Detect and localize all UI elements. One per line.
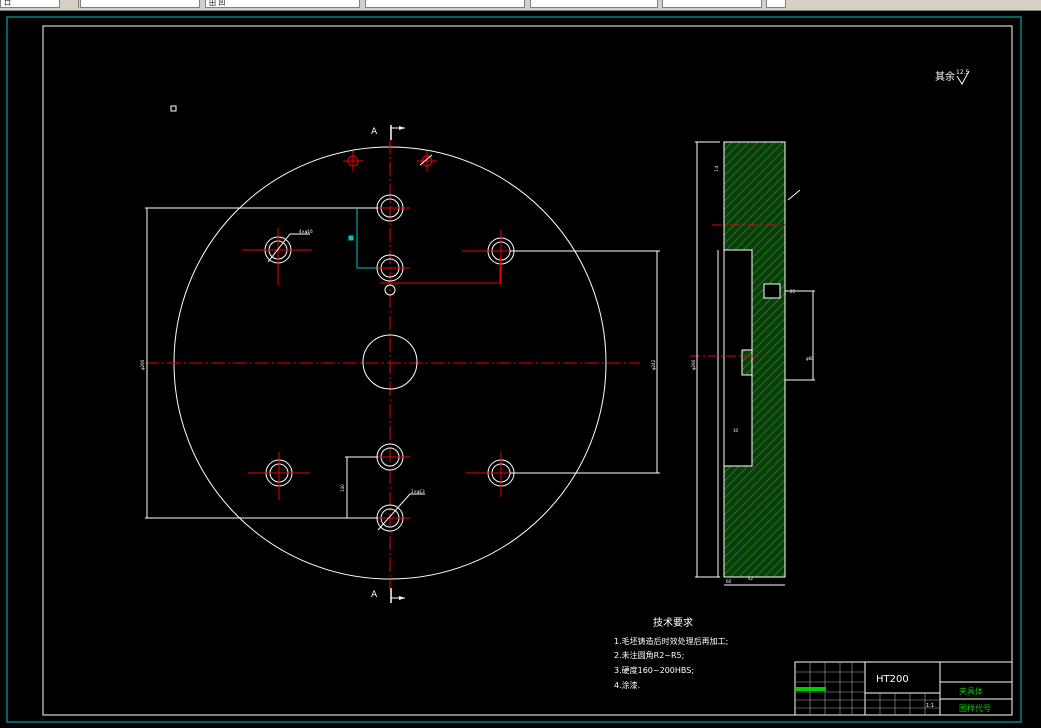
inner-frame	[42, 25, 1013, 716]
toolbar-field-7[interactable]	[766, 0, 786, 8]
toolbar-field-6[interactable]	[662, 0, 762, 8]
layer-icon[interactable]	[68, 0, 79, 8]
section-label-top: A	[371, 127, 378, 137]
cad-toolbar: 口 田 凹	[0, 0, 1041, 11]
outer-frame	[6, 16, 1022, 723]
small-marker	[170, 105, 177, 112]
dim-side-width: 42	[748, 576, 754, 581]
cyan-leader	[348, 208, 378, 269]
tech-item-3: 3.硬度160~200HBS;	[614, 665, 694, 675]
toolbar-field-3[interactable]: 田 凹	[205, 0, 360, 8]
title-part-name: 夹具体	[959, 686, 983, 696]
dim-side-small-2: φ60	[806, 356, 814, 361]
dim-side-small-3: 10	[733, 428, 739, 433]
technical-requirements: 技术要求 1.毛坯铸造后时效处理后再加工; 2.未注圆角R2~R5; 3.硬度1…	[614, 616, 728, 690]
roughness-note: 其余 12.5	[935, 69, 970, 85]
toolbar-field-5[interactable]	[530, 0, 658, 8]
title-material: HT200	[876, 674, 909, 685]
roughness-note-text: 其余	[935, 70, 955, 83]
dim-side-small-1: 25	[790, 289, 796, 294]
section-label-bottom: A	[371, 590, 378, 600]
dim-pitch-lower: 140	[340, 484, 345, 492]
dim-hole-bottom: 2×φ13	[411, 489, 425, 494]
toolbar-field-4[interactable]	[365, 0, 525, 8]
toolbar-field-2[interactable]	[80, 0, 200, 8]
tech-title: 技术要求	[653, 616, 693, 629]
toolbar-field-1[interactable]: 口	[0, 0, 60, 8]
dim-hole-left: 4×φ16	[299, 229, 313, 234]
side-section-view: φ290 60 42 1:4 25 φ60 10	[690, 141, 815, 586]
front-view: 4×φ16 2×φ13 φ290 φ242 140	[140, 140, 660, 590]
roughness-value: 12.5	[956, 69, 970, 76]
cad-drawing-canvas[interactable]: 其余 12.5 A A 4×φ16 2×φ13 φ290 φ242 140 φ2…	[0, 11, 1041, 728]
title-block: HT200 夹具体 图样代号 1:1	[794, 661, 1013, 716]
dim-side-bottom: 60	[726, 579, 732, 584]
title-scale: 1:1	[926, 703, 934, 709]
dim-side-taper: 1:4	[714, 165, 719, 172]
tech-item-2: 2.未注圆角R2~R5;	[614, 650, 684, 660]
section-hatch	[723, 141, 786, 578]
title-drawing-code: 图样代号	[959, 703, 991, 713]
tech-item-1: 1.毛坯铸造后时效处理后再加工;	[614, 636, 728, 646]
dim-overall-right: φ242	[651, 359, 656, 370]
dim-side-height: φ290	[691, 359, 696, 370]
tech-item-4: 4.涂漆.	[614, 680, 640, 690]
dim-overall-left: φ290	[140, 359, 145, 370]
